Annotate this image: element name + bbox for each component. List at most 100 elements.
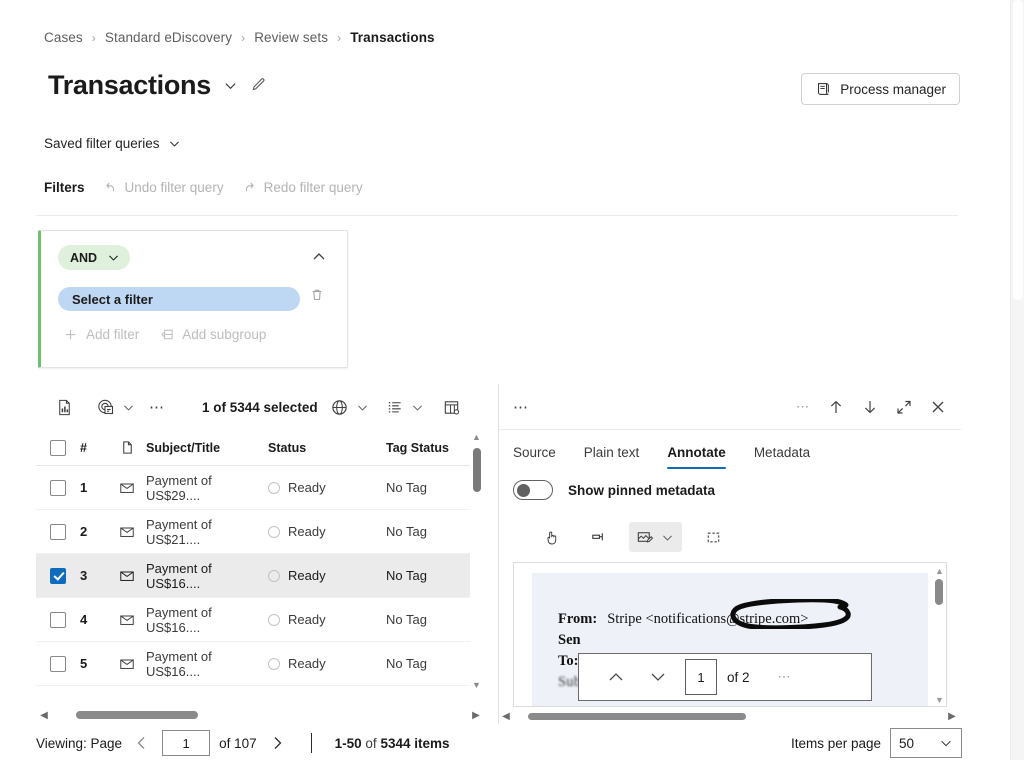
area-select-icon[interactable] (698, 522, 728, 552)
grid-header-row: # Subject/Title Status Tag Status (36, 430, 484, 466)
globe-icon[interactable] (326, 393, 354, 421)
table-row[interactable]: 2 Payment of US$21.... Ready No Tag (36, 510, 484, 554)
row-number: 3 (80, 568, 108, 583)
ellipsis-icon[interactable]: ⋯ (149, 398, 166, 416)
document-horizontal-scrollbar[interactable]: ◀ ▶ (498, 708, 960, 724)
expand-diagonal-icon[interactable] (895, 398, 913, 416)
document-chart-icon[interactable] (50, 393, 78, 421)
scroll-up-arrow-icon[interactable]: ▲ (935, 566, 944, 576)
row-checkbox[interactable] (36, 524, 80, 540)
chevron-down-icon[interactable] (637, 667, 679, 687)
markup-image-tool-group[interactable] (629, 522, 682, 552)
tab-plain-text[interactable]: Plain text (584, 430, 640, 474)
footer-page-input[interactable]: 1 (162, 730, 210, 756)
row-status: Ready (268, 480, 386, 495)
list-horizontal-scrollbar[interactable]: ◀ ▶ (36, 706, 484, 724)
row-checkbox[interactable] (36, 568, 80, 584)
tab-source[interactable]: Source (513, 430, 556, 474)
tab-metadata[interactable]: Metadata (754, 430, 810, 474)
scroll-left-arrow-icon[interactable]: ◀ (36, 710, 52, 721)
document-vertical-scrollbar[interactable]: ▲ ▼ (932, 563, 946, 707)
scrollbar-track[interactable] (514, 713, 944, 720)
select-all-checkbox[interactable] (36, 440, 80, 456)
scrollbar-thumb[interactable] (76, 711, 198, 719)
trash-icon[interactable] (309, 287, 325, 303)
row-checkbox[interactable] (36, 656, 80, 672)
status-dot-icon (268, 526, 280, 538)
list-view-icon[interactable] (381, 393, 409, 421)
pencil-icon[interactable] (250, 77, 267, 94)
row-number: 1 (80, 480, 108, 495)
scrollbar-track[interactable] (52, 711, 468, 719)
markup-image-icon[interactable] (629, 522, 659, 552)
column-header-tag-status[interactable]: Tag Status (386, 441, 482, 455)
scroll-down-arrow-icon[interactable]: ▼ (935, 695, 944, 705)
arrow-down-icon[interactable] (861, 398, 879, 416)
chevron-up-icon[interactable] (311, 249, 327, 265)
page-number-input[interactable]: 1 (685, 659, 717, 695)
select-hand-icon[interactable] (537, 522, 567, 552)
list-vertical-scrollbar[interactable]: ▲ ▼ (470, 430, 484, 692)
close-icon[interactable] (929, 398, 947, 416)
table-row[interactable]: 5 Payment of US$16.... Ready No Tag (36, 642, 484, 686)
select-a-filter-dropdown[interactable]: Select a filter (58, 287, 300, 311)
add-filter-button[interactable]: Add filter (63, 327, 139, 342)
scroll-right-arrow-icon[interactable]: ▶ (944, 711, 960, 722)
show-pinned-metadata-toggle[interactable] (513, 480, 553, 500)
chevron-down-icon[interactable] (122, 401, 135, 414)
ellipsis-icon[interactable]: ⋯ (796, 399, 811, 415)
redact-text-icon[interactable] (583, 522, 613, 552)
breadcrumb-separator-icon: › (337, 31, 341, 45)
filter-operator-dropdown[interactable]: AND (58, 245, 130, 270)
scrollbar-thumb[interactable] (935, 579, 943, 605)
table-row[interactable]: 3 Payment of US$16.... Ready No Tag (36, 554, 484, 598)
redo-filter-query-button[interactable]: Redo filter query (242, 180, 363, 195)
add-subgroup-button[interactable]: Add subgroup (159, 327, 266, 342)
ellipsis-icon[interactable]: ⋯ (513, 398, 530, 416)
column-options-icon[interactable] (438, 393, 466, 421)
row-tag-status: No Tag (386, 612, 482, 627)
chevron-down-icon[interactable] (411, 401, 424, 414)
chevron-down-icon[interactable] (223, 78, 238, 93)
chevron-right-icon[interactable] (266, 735, 288, 751)
document-icon (108, 440, 146, 455)
scrollbar-thumb[interactable] (473, 448, 481, 492)
row-status-label: Ready (288, 568, 326, 583)
breadcrumb-item-cases[interactable]: Cases (44, 30, 83, 45)
breadcrumb: Cases › Standard eDiscovery › Review set… (44, 30, 435, 45)
add-subgroup-label: Add subgroup (182, 327, 266, 342)
table-row[interactable]: 1 Payment of US$29.... Ready No Tag (36, 466, 484, 510)
scroll-left-arrow-icon[interactable]: ◀ (498, 711, 514, 722)
table-row[interactable]: 4 Payment of US$16.... Ready No Tag (36, 598, 484, 642)
chevron-up-icon[interactable] (595, 667, 637, 687)
scrollbar-thumb[interactable] (1013, 0, 1023, 300)
process-manager-button[interactable]: Process manager (801, 73, 960, 105)
footer-pagination: Viewing: Page 1 of 107 1-50 of 5344 item… (0, 726, 1010, 760)
scroll-down-arrow-icon[interactable]: ▼ (472, 680, 481, 690)
breadcrumb-separator-icon: › (92, 31, 96, 45)
items-per-page-select[interactable]: 50 (890, 728, 962, 758)
row-checkbox[interactable] (36, 612, 80, 628)
column-header-status[interactable]: Status (268, 441, 386, 455)
analytics-icon[interactable] (92, 393, 120, 421)
breadcrumb-item-transactions[interactable]: Transactions (350, 30, 434, 45)
ellipsis-icon[interactable]: ⋯ (778, 669, 793, 685)
status-dot-icon (268, 658, 280, 670)
column-header-subject[interactable]: Subject/Title (146, 441, 268, 455)
row-checkbox[interactable] (36, 480, 80, 496)
scroll-right-arrow-icon[interactable]: ▶ (468, 710, 484, 721)
scrollbar-thumb[interactable] (528, 713, 746, 720)
scroll-up-arrow-icon[interactable]: ▲ (472, 432, 481, 442)
chevron-left-icon[interactable] (131, 735, 153, 751)
column-header-number[interactable]: # (80, 441, 108, 455)
breadcrumb-item-review-sets[interactable]: Review sets (254, 30, 328, 45)
tab-annotate[interactable]: Annotate (667, 430, 726, 474)
arrow-up-icon[interactable] (827, 398, 845, 416)
page-vertical-scrollbar[interactable] (1010, 0, 1024, 760)
breadcrumb-item-standard-ediscovery[interactable]: Standard eDiscovery (105, 30, 232, 45)
undo-filter-query-button[interactable]: Undo filter query (103, 180, 224, 195)
page-title: Transactions (48, 72, 211, 99)
chevron-down-icon[interactable] (356, 401, 369, 414)
chevron-down-icon[interactable] (661, 531, 678, 544)
saved-filter-queries-dropdown[interactable]: Saved filter queries (44, 136, 181, 151)
